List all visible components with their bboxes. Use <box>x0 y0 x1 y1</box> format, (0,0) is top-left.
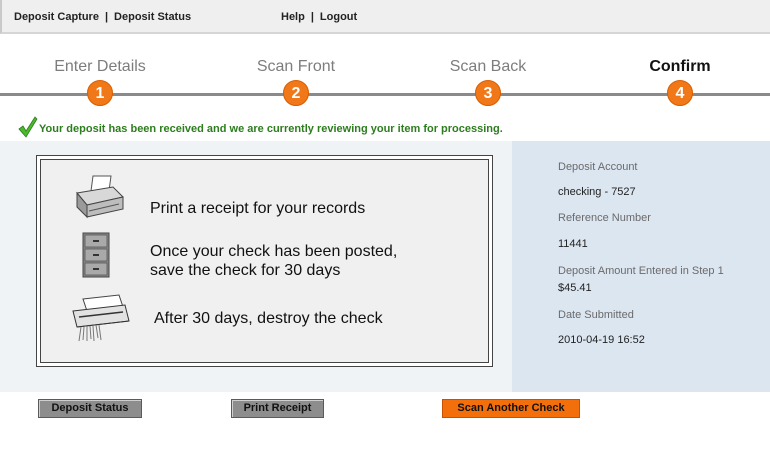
step-label: Enter Details <box>54 58 146 75</box>
deposit-amount-value: $45.41 <box>558 282 592 294</box>
nav-logout-link[interactable]: Logout <box>320 11 357 23</box>
step-progress: Enter Details 1 Scan Front 2 Scan Back 3… <box>0 34 770 114</box>
nav-group-help: Help | Logout <box>281 11 357 23</box>
nav-deposit-capture-link[interactable]: Deposit Capture <box>14 11 99 23</box>
deposit-status-button[interactable]: Deposit Status <box>38 399 142 418</box>
instruction-receipt: Print a receipt for your records <box>150 200 366 217</box>
printer-icon <box>76 175 124 219</box>
deposit-summary: Deposit Account checking - 7527 Referenc… <box>512 141 770 392</box>
step-number-badge: 2 <box>283 80 309 106</box>
scan-another-check-button[interactable]: Scan Another Check <box>442 399 580 418</box>
instructions-inner: Print a receipt for your records Once yo… <box>40 159 489 363</box>
step-label: Confirm <box>649 58 711 75</box>
nav-group-deposit: Deposit Capture | Deposit Status <box>14 11 191 23</box>
shredder-icon <box>72 294 130 342</box>
reference-number-value: 11441 <box>558 238 588 250</box>
nav-separator: | <box>310 11 314 23</box>
step-label: Scan Front <box>256 58 336 75</box>
checkmark-icon <box>18 116 38 138</box>
instruction-save-line1: Once your check has been posted, <box>150 243 398 260</box>
nav-deposit-status-link[interactable]: Deposit Status <box>114 11 191 23</box>
top-nav: Deposit Capture | Deposit Status Help | Logo… <box>0 0 770 34</box>
nav-help-link[interactable]: Help <box>281 11 305 23</box>
step-progress-line <box>0 93 770 96</box>
date-submitted-label: Date Submitted <box>558 309 634 321</box>
print-receipt-button[interactable]: Print Receipt <box>231 399 324 418</box>
step-enter-details: Enter Details 1 <box>40 58 160 106</box>
instructions-box: Print a receipt for your records Once yo… <box>36 155 493 367</box>
nav-separator: | <box>104 11 109 23</box>
step-scan-front: Scan Front 2 <box>236 58 356 106</box>
step-number-badge: 4 <box>667 80 693 106</box>
deposit-account-value: checking - 7527 <box>558 186 636 198</box>
step-number-badge: 3 <box>475 80 501 106</box>
step-number-badge: 1 <box>87 80 113 106</box>
deposit-amount-label: Deposit Amount Entered in Step 1 <box>558 265 724 277</box>
step-label: Scan Back <box>449 58 527 75</box>
file-cabinet-icon <box>82 232 110 278</box>
instruction-save-line2: save the check for 30 days <box>150 262 341 279</box>
step-confirm: Confirm 4 <box>620 58 740 106</box>
instruction-destroy: After 30 days, destroy the check <box>154 310 383 327</box>
date-submitted-value: 2010-04-19 16:52 <box>558 334 645 346</box>
reference-number-label: Reference Number <box>558 212 651 224</box>
deposit-account-label: Deposit Account <box>558 161 638 173</box>
step-scan-back: Scan Back 3 <box>428 58 548 106</box>
success-message-text: Your deposit has been received and we ar… <box>39 123 503 135</box>
